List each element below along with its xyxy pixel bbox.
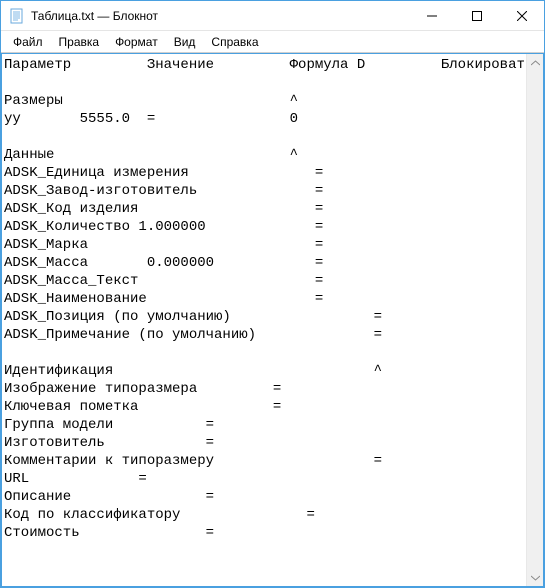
window-title: Таблица.txt — Блокнот (31, 9, 409, 23)
notepad-icon (9, 8, 25, 24)
menu-help[interactable]: Справка (203, 33, 266, 51)
menu-format[interactable]: Формат (107, 33, 166, 51)
menu-file[interactable]: Файл (5, 33, 51, 51)
menu-view[interactable]: Вид (166, 33, 204, 51)
menubar: Файл Правка Формат Вид Справка (1, 31, 544, 53)
close-button[interactable] (499, 1, 544, 30)
menu-edit[interactable]: Правка (51, 33, 108, 51)
maximize-button[interactable] (454, 1, 499, 30)
scroll-up-arrow[interactable] (527, 54, 544, 71)
minimize-button[interactable] (409, 1, 454, 30)
client-area: Параметр Значение Формула D Блокировать … (1, 53, 544, 587)
scroll-down-arrow[interactable] (527, 569, 544, 586)
text-editor[interactable]: Параметр Значение Формула D Блокировать … (2, 54, 526, 586)
notepad-window: Таблица.txt — Блокнот Файл Правка Формат… (0, 0, 545, 588)
titlebar[interactable]: Таблица.txt — Блокнот (1, 1, 544, 31)
window-controls (409, 1, 544, 30)
vertical-scrollbar[interactable] (526, 54, 543, 586)
